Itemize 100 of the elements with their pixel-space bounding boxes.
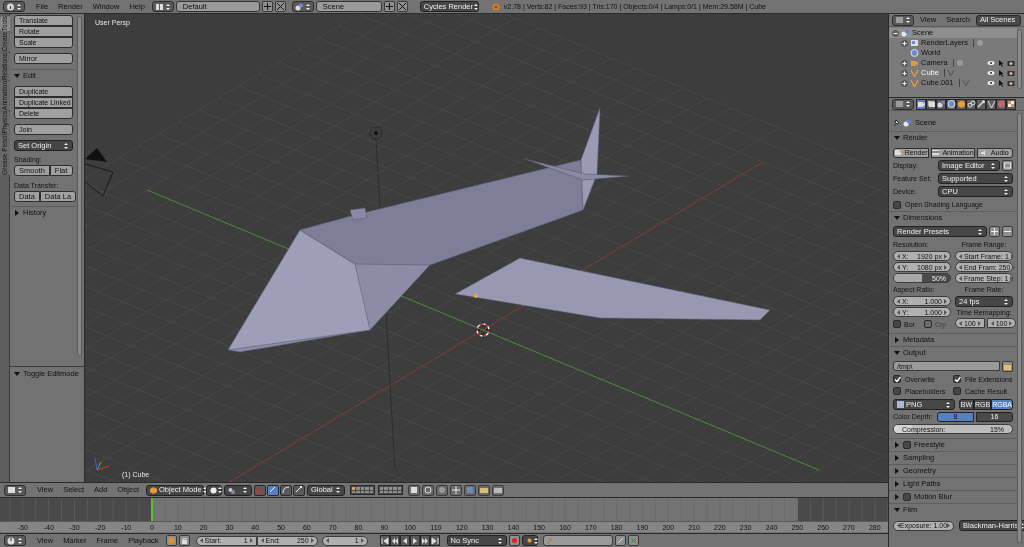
fast-forward-icon bbox=[420, 536, 429, 545]
current-frame-line[interactable] bbox=[151, 498, 153, 522]
editor-type-button[interactable] bbox=[892, 14, 914, 26]
checkmark-icon bbox=[893, 375, 901, 383]
scrollbar[interactable] bbox=[1017, 113, 1022, 543]
folder-icon bbox=[1004, 362, 1011, 370]
up-down-arrows-icon bbox=[905, 16, 911, 24]
header-tool-button[interactable] bbox=[408, 484, 421, 496]
right-arrow-icon bbox=[360, 538, 364, 543]
add-button[interactable] bbox=[261, 1, 273, 12]
up-down-arrows-icon bbox=[1003, 297, 1009, 306]
eye-icon bbox=[987, 79, 995, 86]
header-tool-button[interactable] bbox=[450, 484, 463, 496]
up-down-arrows-icon bbox=[217, 486, 224, 494]
up-down-arrows-icon bbox=[16, 2, 22, 11]
scene-icon bbox=[901, 29, 910, 37]
right-arrow-icon bbox=[1009, 320, 1013, 326]
editor-type-button[interactable] bbox=[892, 98, 914, 110]
list-icon bbox=[895, 100, 904, 108]
dot-icon bbox=[525, 537, 533, 544]
insert-keyframe-button[interactable] bbox=[614, 535, 626, 546]
right-arrow-icon bbox=[310, 538, 314, 543]
editor-type-button[interactable] bbox=[4, 535, 26, 546]
up-down-arrows-icon bbox=[201, 486, 208, 494]
lock-button[interactable] bbox=[178, 535, 190, 546]
header-tool-button[interactable] bbox=[464, 484, 477, 496]
right-arrow-icon bbox=[947, 523, 951, 528]
checker-icon bbox=[1006, 100, 1016, 108]
left-arrow-icon bbox=[959, 320, 962, 326]
camera-icon bbox=[1007, 79, 1015, 87]
up-down-arrows-icon bbox=[990, 161, 996, 170]
checkbox[interactable] bbox=[953, 387, 961, 395]
properties-tab[interactable] bbox=[926, 98, 936, 110]
checkbox[interactable] bbox=[893, 375, 901, 383]
close-button[interactable] bbox=[396, 1, 408, 12]
properties-tab[interactable] bbox=[976, 98, 986, 110]
layer-grid[interactable] bbox=[350, 485, 376, 495]
globe-icon bbox=[946, 100, 956, 108]
remove-button[interactable] bbox=[1002, 226, 1013, 237]
properties-tab[interactable] bbox=[956, 98, 966, 110]
blender-logo-icon bbox=[490, 2, 500, 11]
close-button[interactable] bbox=[274, 1, 286, 12]
rewind-icon bbox=[390, 536, 399, 545]
preview-range-button[interactable] bbox=[165, 535, 177, 546]
checkbox[interactable] bbox=[953, 375, 961, 383]
keying-dropdown[interactable] bbox=[521, 535, 538, 546]
editor-type-button[interactable] bbox=[3, 1, 25, 12]
header-tool-button[interactable] bbox=[422, 484, 435, 496]
up-down-arrows-icon bbox=[335, 486, 342, 494]
checkbox[interactable] bbox=[903, 493, 911, 501]
keying-set-field[interactable] bbox=[542, 535, 613, 546]
checkbox[interactable] bbox=[893, 387, 901, 395]
delete-keyframe-button[interactable] bbox=[627, 535, 639, 546]
checkbox[interactable] bbox=[893, 200, 901, 209]
manipulator-button[interactable] bbox=[280, 484, 293, 496]
properties-tab[interactable] bbox=[936, 98, 946, 110]
manipulator-button[interactable] bbox=[267, 484, 280, 496]
shading-dropdown[interactable] bbox=[206, 484, 223, 496]
properties-tab[interactable] bbox=[946, 98, 956, 110]
properties-tab[interactable] bbox=[916, 98, 926, 110]
properties-tab[interactable] bbox=[1006, 98, 1016, 110]
plus-icon bbox=[991, 228, 998, 235]
play-icon bbox=[410, 536, 419, 545]
close-icon bbox=[276, 3, 284, 10]
camera-drawing bbox=[85, 148, 114, 197]
camera-icon bbox=[916, 100, 926, 108]
crosshair-icon bbox=[452, 486, 461, 494]
add-button[interactable] bbox=[383, 1, 395, 12]
info-icon bbox=[6, 2, 15, 11]
window-button[interactable] bbox=[1002, 160, 1013, 171]
film-icon bbox=[932, 149, 941, 156]
properties-tab[interactable] bbox=[966, 98, 976, 110]
sphere-icon bbox=[996, 100, 1006, 108]
editor-type-button[interactable] bbox=[4, 484, 26, 496]
eye-icon bbox=[987, 69, 995, 76]
header-tool-button[interactable] bbox=[436, 484, 449, 496]
checkbox[interactable] bbox=[903, 441, 911, 449]
add-button[interactable] bbox=[989, 226, 1000, 237]
list-icon bbox=[895, 16, 904, 24]
axes-icon bbox=[256, 486, 265, 494]
scrollbar[interactable] bbox=[1017, 29, 1022, 89]
scrollbar[interactable] bbox=[77, 16, 82, 356]
manipulator-button[interactable] bbox=[293, 484, 306, 496]
folder-button[interactable] bbox=[1002, 360, 1013, 372]
properties-tab[interactable] bbox=[986, 98, 996, 110]
record-button[interactable] bbox=[508, 535, 520, 546]
cube-icon bbox=[956, 100, 966, 108]
pivot-dropdown[interactable] bbox=[224, 484, 253, 496]
up-down-arrows-icon bbox=[63, 141, 69, 150]
screen-layout-button[interactable] bbox=[151, 1, 174, 12]
checkmark-icon bbox=[953, 375, 961, 383]
scene-selector-button[interactable] bbox=[291, 1, 314, 12]
jump-end-icon bbox=[430, 536, 439, 545]
checkbox[interactable] bbox=[893, 320, 901, 328]
up-down-arrows-icon bbox=[905, 100, 911, 108]
scene-icon bbox=[936, 100, 946, 108]
layer-grid[interactable] bbox=[378, 485, 404, 495]
up-down-arrows-icon bbox=[473, 2, 479, 11]
up-down-arrows-icon bbox=[164, 2, 171, 11]
right-arrow-icon bbox=[977, 320, 981, 326]
